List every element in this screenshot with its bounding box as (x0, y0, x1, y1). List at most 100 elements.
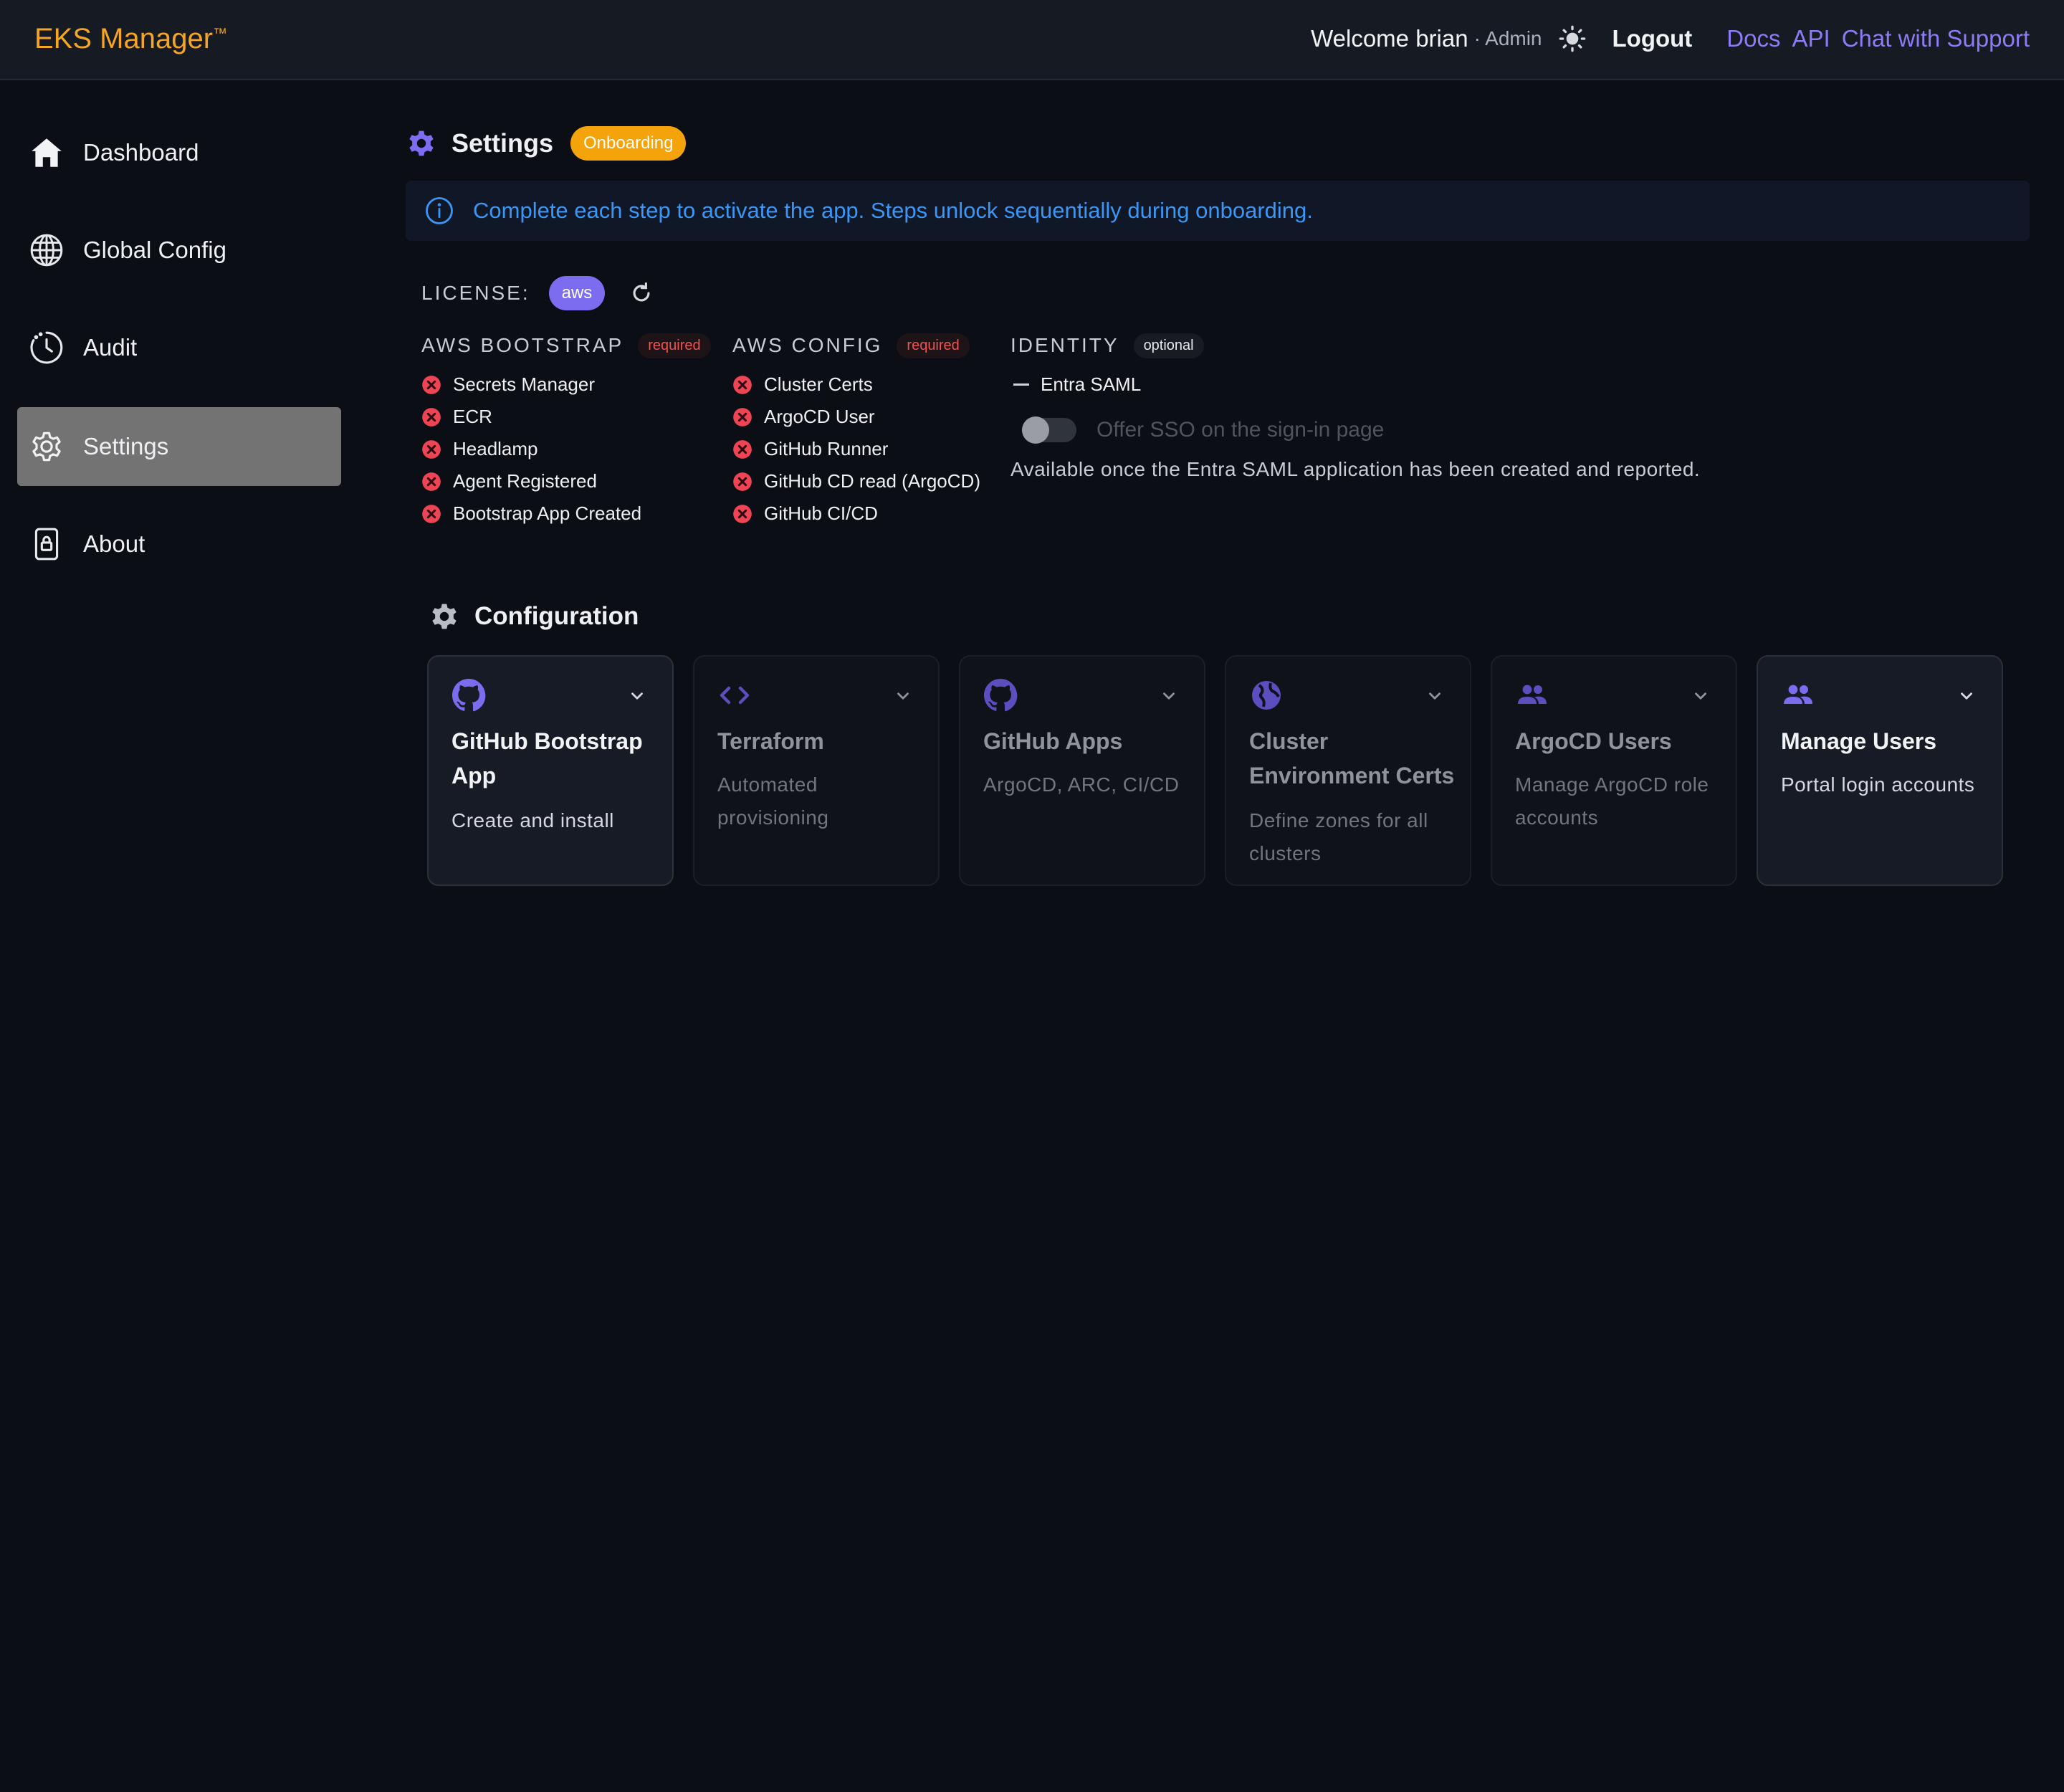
error-circle-icon (733, 504, 752, 523)
page-title: Settings (452, 128, 554, 158)
card-manage-users[interactable]: Manage Users Portal login accounts (1757, 655, 2003, 886)
error-circle-icon (733, 375, 752, 394)
error-circle-icon (733, 407, 752, 426)
group-title: AWS BOOTSTRAP (421, 334, 624, 356)
docs-link[interactable]: Docs (1726, 25, 1780, 52)
card-subtitle: Create and install (452, 809, 614, 831)
card-title: ArgoCD Users (1515, 728, 1672, 754)
info-icon (426, 197, 453, 224)
gear-icon (432, 604, 457, 629)
error-circle-icon (422, 375, 441, 394)
sidebar-item-dashboard[interactable]: Dashboard (17, 113, 341, 192)
globe-icon (30, 234, 63, 267)
code-icon (720, 686, 750, 705)
sidebar-item-audit[interactable]: Audit (17, 308, 341, 387)
sidebar-item-label: Global Config (83, 237, 226, 263)
license-label: LICENSE: (421, 282, 530, 304)
group-title: IDENTITY (1010, 334, 1119, 356)
sidebar-item-label: Audit (83, 334, 138, 361)
license-row: LICENSE: aws (421, 275, 654, 311)
users-icon (1518, 685, 1547, 704)
sidebar-item-settings[interactable]: Settings (17, 407, 341, 486)
required-tag: required (897, 333, 970, 358)
list-item: Bootstrap App Created (421, 497, 711, 530)
error-circle-icon (422, 504, 441, 523)
sidebar: Dashboard Global Config Audit Settings A… (0, 80, 355, 1792)
page-header: Settings Onboarding (406, 122, 687, 165)
info-banner: Complete each step to activate the app. … (406, 181, 2030, 241)
sso-toggle-row: Offer SSO on the sign-in page (1022, 412, 1700, 448)
chevron-down-icon[interactable] (1160, 687, 1178, 705)
card-argocd-users[interactable]: ArgoCD Users Manage ArgoCD role accounts (1491, 655, 1737, 886)
card-github-bootstrap-app[interactable]: GitHub Bootstrap App Create and install (427, 655, 674, 886)
list-item: GitHub CD read (ArgoCD) (732, 465, 980, 497)
sidebar-item-label: Settings (83, 433, 169, 459)
sso-toggle[interactable] (1022, 416, 1076, 444)
top-bar: EKS Manager™ Welcome brian · Admin Logou… (0, 0, 2064, 80)
chevron-down-icon[interactable] (894, 687, 912, 705)
card-subtitle: ArgoCD, ARC, CI/CD (983, 773, 1180, 796)
logout-button[interactable]: Logout (1612, 25, 1693, 52)
required-tag: required (638, 333, 711, 358)
users-icon (1784, 685, 1812, 704)
optional-tag: optional (1133, 333, 1204, 358)
error-circle-icon (422, 472, 441, 491)
card-subtitle: Manage ArgoCD role accounts (1515, 773, 1709, 829)
sidebar-item-global-config[interactable]: Global Config (17, 211, 341, 290)
card-subtitle: Portal login accounts (1781, 773, 1975, 796)
chevron-down-icon[interactable] (628, 687, 646, 705)
card-title: Terraform (717, 728, 824, 754)
chevron-down-icon[interactable] (1691, 687, 1710, 705)
onboarding-badge: Onboarding (570, 126, 687, 161)
list-item: Cluster Certs (732, 368, 980, 401)
user-role: · Admin (1473, 27, 1542, 49)
lock-icon (34, 528, 59, 561)
api-link[interactable]: API (1792, 25, 1830, 52)
list-item: Headlamp (421, 433, 711, 465)
list-item: ECR (421, 401, 711, 433)
gear-icon (32, 432, 61, 462)
card-title: GitHub Apps (983, 728, 1123, 754)
identity-note: Available once the Entra SAML applicatio… (1010, 458, 1701, 480)
chevron-down-icon[interactable] (1425, 687, 1444, 705)
chat-support-link[interactable]: Chat with Support (1842, 25, 2030, 52)
globe-icon (1252, 681, 1281, 710)
card-subtitle: Automated provisioning (717, 773, 829, 829)
aws-config-group: AWS CONFIG required Cluster Certs ArgoCD… (732, 331, 980, 530)
list-item: Entra SAML (1010, 368, 1700, 401)
list-item: Agent Registered (421, 465, 711, 497)
sso-toggle-label: Offer SSO on the sign-in page (1096, 418, 1385, 442)
gear-icon (409, 130, 434, 156)
error-circle-icon (422, 407, 441, 426)
aws-bootstrap-group: AWS BOOTSTRAP required Secrets Manager E… (421, 331, 711, 530)
card-title: Cluster Environment Certs (1249, 728, 1455, 788)
chevron-down-icon[interactable] (1957, 687, 1976, 705)
list-item: GitHub Runner (732, 433, 980, 465)
configuration-header: Configuration (429, 595, 639, 638)
refresh-icon[interactable] (629, 281, 654, 305)
github-icon (984, 679, 1018, 712)
github-icon (452, 679, 486, 712)
list-item: GitHub CI/CD (732, 497, 980, 530)
card-title: GitHub Bootstrap App (452, 728, 643, 788)
group-title: AWS CONFIG (732, 334, 883, 356)
sun-icon[interactable] (1558, 24, 1587, 53)
card-title: Manage Users (1781, 728, 1936, 754)
error-circle-icon (733, 472, 752, 491)
toggle-knob (1022, 416, 1049, 444)
trademark-mark: ™ (213, 26, 228, 42)
app-brand[interactable]: EKS Manager™ (34, 23, 227, 55)
configuration-title: Configuration (474, 602, 639, 630)
card-subtitle: Define zones for all clusters (1249, 809, 1428, 864)
header-actions: Welcome brian · Admin Logout Docs API Ch… (1311, 20, 2030, 57)
dash-icon (1013, 383, 1029, 386)
home-icon (32, 138, 62, 167)
sidebar-item-about[interactable]: About (17, 505, 341, 583)
card-terraform[interactable]: Terraform Automated provisioning (693, 655, 940, 886)
card-cluster-environment-certs[interactable]: Cluster Environment Certs Define zones f… (1225, 655, 1471, 886)
sidebar-item-label: About (83, 530, 145, 557)
list-item: Secrets Manager (421, 368, 711, 401)
list-item: ArgoCD User (732, 401, 980, 433)
card-github-apps[interactable]: GitHub Apps ArgoCD, ARC, CI/CD (959, 655, 1205, 886)
info-message: Complete each step to activate the app. … (473, 198, 1313, 223)
